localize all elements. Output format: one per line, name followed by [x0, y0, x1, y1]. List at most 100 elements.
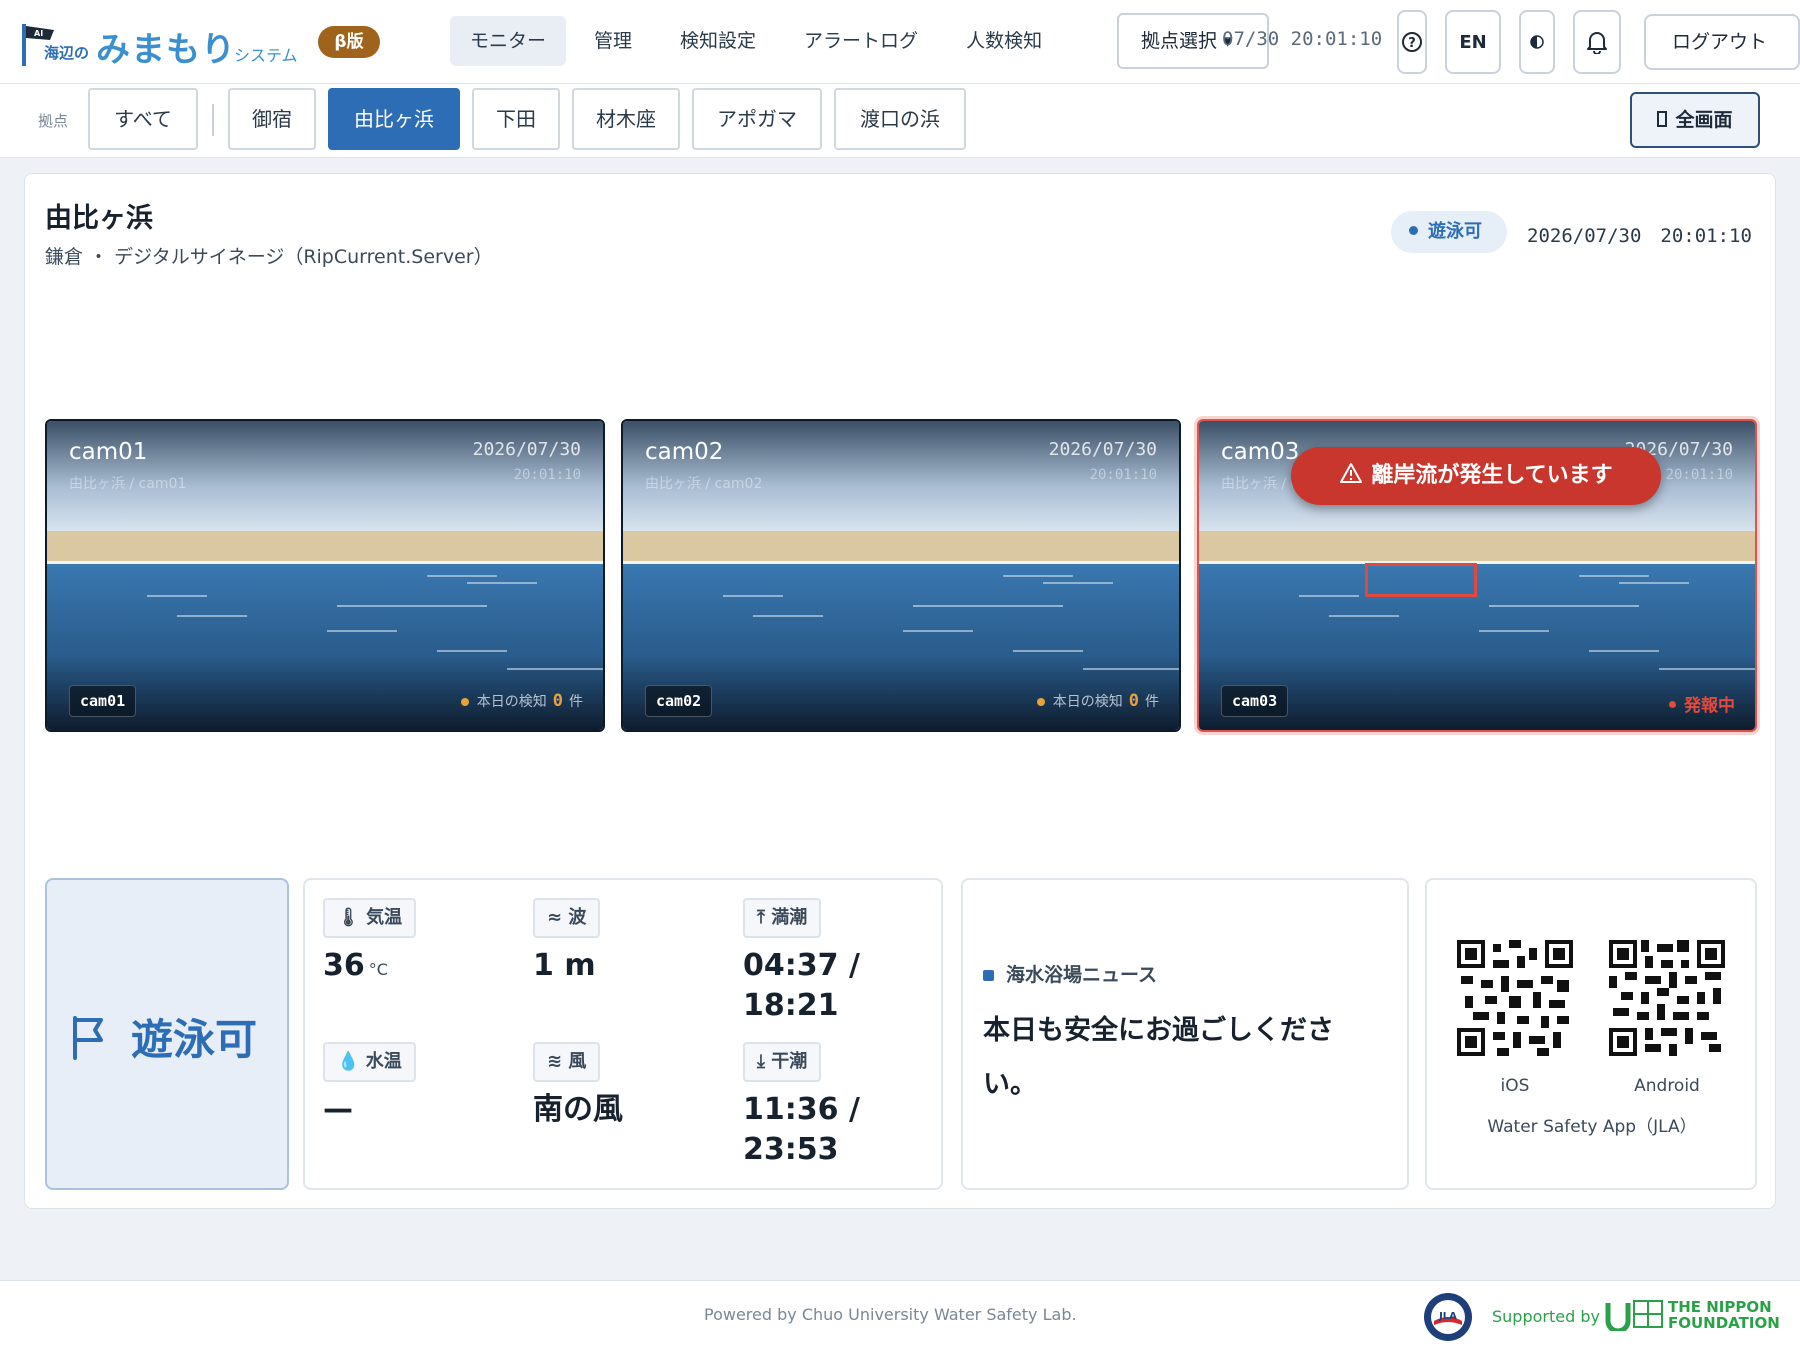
powered-by-text: Powered by Chuo University Water Safety … — [704, 1305, 1077, 1324]
swim-status-large: 遊泳可 — [131, 1015, 258, 1064]
camera-card-cam03[interactable]: cam03 由比ヶ浜 / cam03 2026/07/30 20:01:10 離… — [1197, 419, 1757, 732]
site-onjuku-button[interactable]: 御宿 — [228, 88, 316, 150]
fullscreen-button[interactable]: 全画面 — [1630, 92, 1760, 148]
rip-current-detection-box — [1365, 563, 1477, 597]
news-body: 本日も安全にお過ごしください。 — [983, 1015, 1334, 1100]
air-temp-label: 🌡 気温 — [323, 898, 417, 938]
status-dot-icon — [1409, 225, 1418, 235]
app-logo[interactable]: AI 海辺の みまもり システム — [20, 18, 310, 70]
high-tide-label: ⤒ 満潮 — [743, 898, 822, 938]
camera-name: cam02 — [645, 439, 724, 465]
logo-prefix: 海辺の — [44, 44, 90, 62]
nav-monitor[interactable]: モニター — [450, 16, 567, 66]
camera-path: 由比ヶ浜 / cam01 — [69, 476, 187, 492]
ios-qr-code[interactable] — [1457, 940, 1573, 1056]
bell-icon — [1587, 32, 1607, 54]
wind-label: ≋ 風 — [533, 1042, 601, 1082]
firing-dot-icon — [1669, 700, 1676, 708]
camera-name: cam01 — [69, 439, 148, 465]
air-temp-label-text: 気温 — [366, 907, 403, 928]
camera-date: 2026/07/30 — [472, 439, 581, 460]
svg-text:?: ? — [1408, 36, 1416, 51]
svg-text:AI: AI — [34, 29, 43, 38]
app-download-card: iOS Android Water Safety App（JLA） — [1425, 878, 1757, 1190]
air-temp-unit: °C — [368, 960, 388, 979]
firing-text: 発報中 — [1684, 696, 1735, 716]
swim-status-text: 遊泳可 — [1428, 221, 1482, 242]
android-qr-code[interactable] — [1609, 940, 1725, 1056]
count-label: 本日の検知 — [1052, 694, 1123, 710]
app-name-label: Water Safety App（JLA） — [1487, 1117, 1697, 1137]
ios-label: iOS — [1500, 1076, 1530, 1096]
camera-id-chip: cam02 — [645, 685, 713, 717]
site-yuigahama-button[interactable]: 由比ヶ浜 — [328, 88, 460, 150]
top-header: AI 海辺の みまもり システム β版 モニター 管理 検知設定 アラートログ … — [0, 0, 1800, 84]
high-tide-value-2: 18:21 — [743, 988, 839, 1023]
site-filter-label: 拠点 — [38, 112, 69, 130]
monitor-panel: 由比ヶ浜 鎌倉 ・ デジタルサイネージ（RipCurrent.Server） 遊… — [24, 173, 1776, 1209]
nav-detection-settings[interactable]: 検知設定 — [660, 16, 776, 66]
news-card: 海水浴場ニュース 本日も安全にお過ごしください。 — [961, 878, 1409, 1190]
wave-icon: ≈ — [547, 907, 563, 928]
nippon-line-1: THE NIPPON — [1668, 1298, 1772, 1316]
count-value: 0 — [1128, 691, 1139, 711]
water-drop-icon: 💧 — [337, 1051, 360, 1072]
camera-name: cam03 — [1221, 439, 1300, 465]
camera-card-cam02[interactable]: cam02 由比ヶ浜 / cam02 2026/07/30 20:01:10 c… — [621, 419, 1181, 732]
svg-text:JLA: JLA — [1438, 1311, 1457, 1322]
count-unit: 件 — [1145, 694, 1159, 710]
camera-id-chip: cam01 — [69, 685, 137, 717]
count-value: 0 — [552, 691, 563, 711]
beach-subtitle: 鎌倉 ・ デジタルサイネージ（RipCurrent.Server） — [45, 246, 493, 268]
swim-status-card: 遊泳可 — [45, 878, 289, 1190]
nippon-foundation-text: THE NIPPON FOUNDATION — [1668, 1299, 1780, 1331]
swim-status-badge: 遊泳可 — [1391, 211, 1507, 253]
logo-suffix: システム — [234, 46, 298, 65]
air-temp-value: 36 °C — [323, 946, 388, 990]
air-temp-number: 36 — [323, 948, 365, 983]
nav-alert-log[interactable]: アラートログ — [784, 16, 938, 66]
supported-by-text: Supported by — [1492, 1307, 1600, 1326]
wind-value: 南の風 — [533, 1092, 623, 1127]
site-apogama-button[interactable]: アポガマ — [692, 88, 822, 150]
theme-toggle-button[interactable] — [1519, 10, 1555, 74]
logout-button[interactable]: ログアウト — [1644, 14, 1800, 70]
low-tide-label: ⤓ 干潮 — [743, 1042, 822, 1082]
contrast-icon — [1530, 35, 1544, 49]
fullscreen-label: 全画面 — [1675, 109, 1733, 131]
wave-value: 1 m — [533, 948, 596, 983]
site-divider — [212, 104, 214, 136]
camera-card-cam01[interactable]: cam01 由比ヶ浜 / cam01 2026/07/30 20:01:10 c… — [45, 419, 605, 732]
footer: Powered by Chuo University Water Safety … — [0, 1280, 1800, 1350]
wind-label-text: 風 — [568, 1051, 587, 1072]
android-label: Android — [1634, 1076, 1700, 1096]
camera-time: 20:01:10 — [1089, 467, 1157, 483]
site-toguchi-button[interactable]: 渡口の浜 — [834, 88, 966, 150]
news-header-text: 海水浴場ニュース — [1006, 964, 1158, 986]
site-all-button[interactable]: すべて — [88, 88, 198, 150]
beach-title: 由比ヶ浜 — [45, 203, 153, 234]
water-temp-label: 💧 水温 — [323, 1042, 416, 1082]
language-button[interactable]: EN — [1445, 10, 1501, 74]
header-clock: 07/30 20:01:10 — [1222, 28, 1383, 50]
count-unit: 件 — [569, 694, 583, 710]
nav-people-count[interactable]: 人数検知 — [946, 16, 1062, 66]
rip-current-alert-banner: 離岸流が発生しています — [1291, 447, 1661, 505]
help-icon: ? — [1402, 32, 1422, 52]
help-button[interactable]: ? — [1397, 10, 1427, 74]
high-tide-value-1: 04:37 / — [743, 948, 860, 983]
count-dot-icon — [460, 698, 469, 706]
warning-icon — [1340, 463, 1363, 483]
detection-count: 本日の検知 0 件 — [460, 691, 583, 711]
low-tide-value-2: 23:53 — [743, 1132, 839, 1167]
flag-icon — [73, 1016, 103, 1060]
camera-path: 由比ヶ浜 / cam02 — [645, 476, 763, 492]
site-zaimokuza-button[interactable]: 材木座 — [572, 88, 680, 150]
site-shimoda-button[interactable]: 下田 — [472, 88, 560, 150]
nav-admin[interactable]: 管理 — [574, 16, 652, 66]
notifications-button[interactable] — [1573, 10, 1621, 74]
jla-logo-icon: JLA — [1424, 1293, 1472, 1341]
camera-time: 20:01:10 — [513, 467, 581, 483]
wave-label-text: 波 — [568, 907, 587, 928]
count-dot-icon — [1036, 698, 1045, 706]
